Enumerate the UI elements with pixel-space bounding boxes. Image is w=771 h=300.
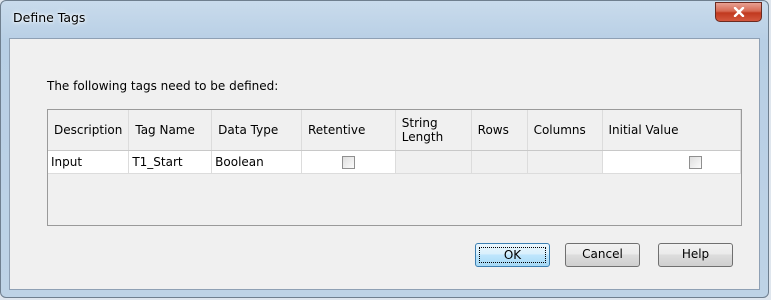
column-header-description[interactable]: Description [48, 110, 130, 151]
column-header-columns[interactable]: Columns [527, 110, 603, 151]
prompt-text: The following tags need to be defined: [47, 79, 279, 93]
column-header-string-length[interactable]: String Length [395, 110, 472, 151]
cell-rows [471, 150, 528, 174]
cell-data-type[interactable]: Boolean [211, 150, 302, 174]
cell-description[interactable]: Input [48, 150, 130, 174]
window-title: Define Tags [13, 10, 86, 25]
cell-string-length [395, 150, 472, 174]
ok-button[interactable]: OK [475, 243, 550, 267]
tags-grid: Description Tag Name Data Type Retentive… [47, 109, 742, 226]
ok-button-label: OK [479, 247, 546, 263]
cell-retentive [301, 150, 396, 174]
close-button[interactable] [715, 2, 762, 22]
title-bar[interactable]: Define Tags [1, 1, 768, 37]
retentive-checkbox[interactable] [341, 156, 355, 169]
tags-table: Description Tag Name Data Type Retentive… [48, 110, 741, 174]
cell-columns [527, 150, 603, 174]
close-icon [733, 7, 744, 17]
initial-value-checkbox[interactable] [689, 156, 702, 169]
window-frame-bottom [1, 288, 768, 297]
column-header-data-type[interactable]: Data Type [211, 110, 302, 151]
column-header-initial-value[interactable]: Initial Value [602, 110, 741, 151]
table-row[interactable]: Input T1_Start Boolean [48, 150, 741, 174]
column-header-retentive[interactable]: Retentive [301, 110, 396, 151]
column-header-tag-name[interactable]: Tag Name [128, 110, 213, 151]
dialog-client-area: The following tags need to be defined: D… [9, 38, 760, 290]
define-tags-dialog: Define Tags The following tags need to b… [0, 0, 769, 298]
cell-tag-name[interactable]: T1_Start [128, 150, 213, 174]
help-button[interactable]: Help [658, 243, 733, 267]
table-header-row: Description Tag Name Data Type Retentive… [48, 110, 741, 151]
cancel-button[interactable]: Cancel [565, 243, 640, 267]
column-header-rows[interactable]: Rows [471, 110, 528, 151]
cell-initial-value [602, 150, 741, 174]
